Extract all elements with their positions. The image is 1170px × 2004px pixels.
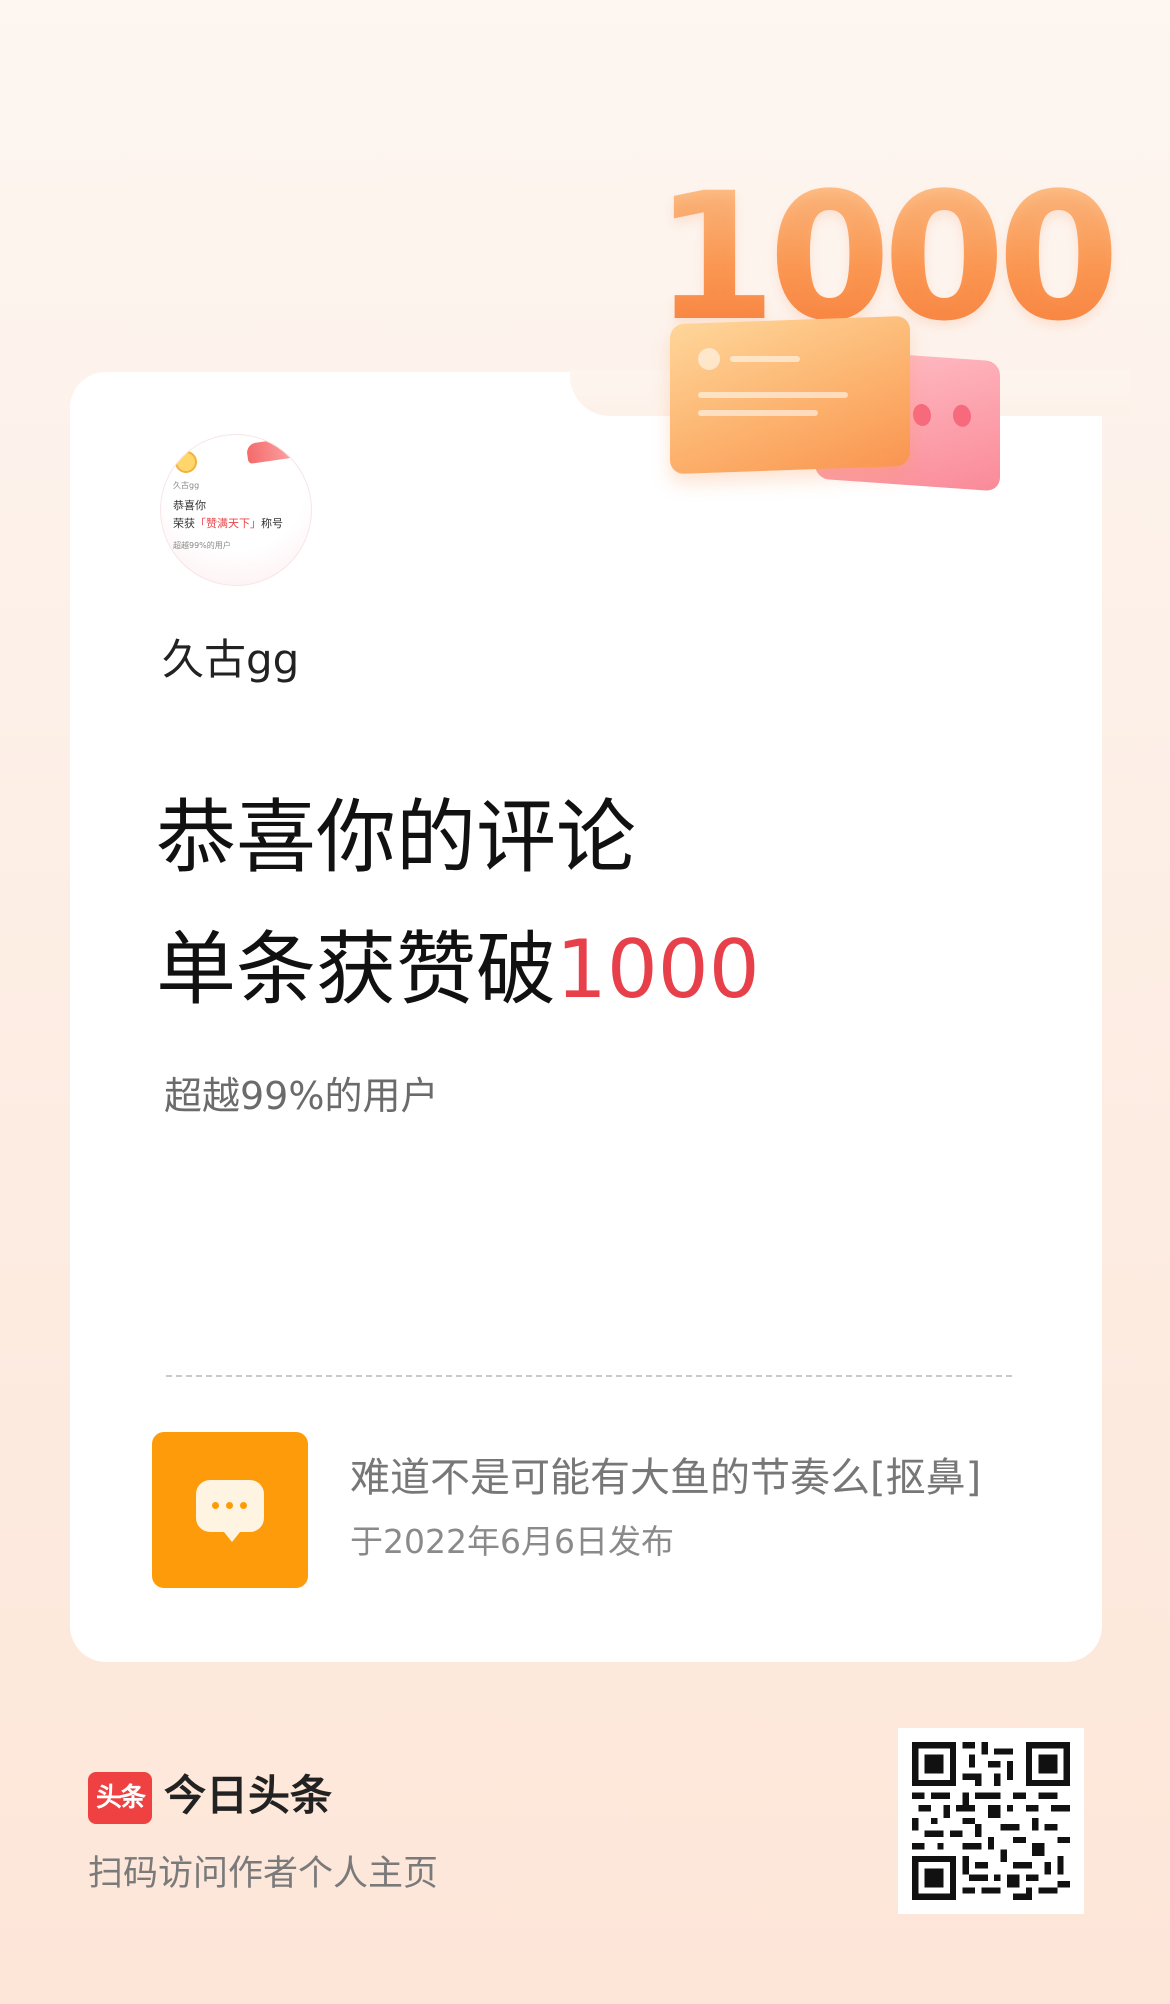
badge-username: 久古gg [173,481,200,490]
hero-line [698,410,818,416]
qr-code[interactable] [898,1728,1084,1914]
headline-line2-prefix: 单条获赞破 [156,923,556,1016]
hero-eye-left [913,403,931,427]
like-count: 1000 [556,923,760,1016]
badge-line2-suffix: 称号 [261,517,283,530]
badge-ship-icon [245,438,293,464]
hero-line [730,356,800,362]
percentile-text: 超越99%的用户 [164,1074,439,1118]
bubble-dot [240,1502,247,1509]
hero-avatar-dot [698,348,720,370]
comment-date: 于2022年6月6日发布 [350,1522,674,1561]
toutiao-logo-icon: 头条 [88,1772,152,1824]
achievement-card: 久古gg 恭喜你 荣获「赞满天下」称号 超越99%的用户 久古gg 恭喜你的评论… [70,370,1130,1662]
bubble-dot [226,1502,233,1509]
badge-line1: 恭喜你 [173,499,206,512]
comment-icon-tile [152,1432,308,1588]
badge-thumbnail: 久古gg 恭喜你 荣获「赞满天下」称号 超越99%的用户 [160,434,312,586]
hero-1000-illustration: 1000 [640,170,1120,500]
badge-line2: 荣获「赞满天下」称号 [173,517,283,531]
headline-line1: 恭喜你的评论 [156,791,636,884]
comment-text[interactable]: 难道不是可能有大鱼的节奏么[抠鼻] [350,1452,990,1504]
qr-code-icon [912,1742,1070,1900]
scan-tip: 扫码访问作者个人主页 [88,1854,439,1894]
bubble-dot [212,1502,219,1509]
hero-eye-right [953,404,971,428]
badge-line2-prefix: 荣获 [173,517,195,530]
badge-title: 「赞满天下」 [195,517,261,530]
hero-line [698,392,848,398]
username: 久古gg [162,635,300,684]
chat-bubble-icon [196,1480,264,1542]
badge-line3: 超越99%的用户 [173,541,231,550]
badge-avatar-icon [175,451,197,473]
dashed-divider [166,1375,1012,1377]
headline-line2: 单条获赞破1000 [156,922,760,1018]
app-name: 今日头条 [164,1771,333,1820]
